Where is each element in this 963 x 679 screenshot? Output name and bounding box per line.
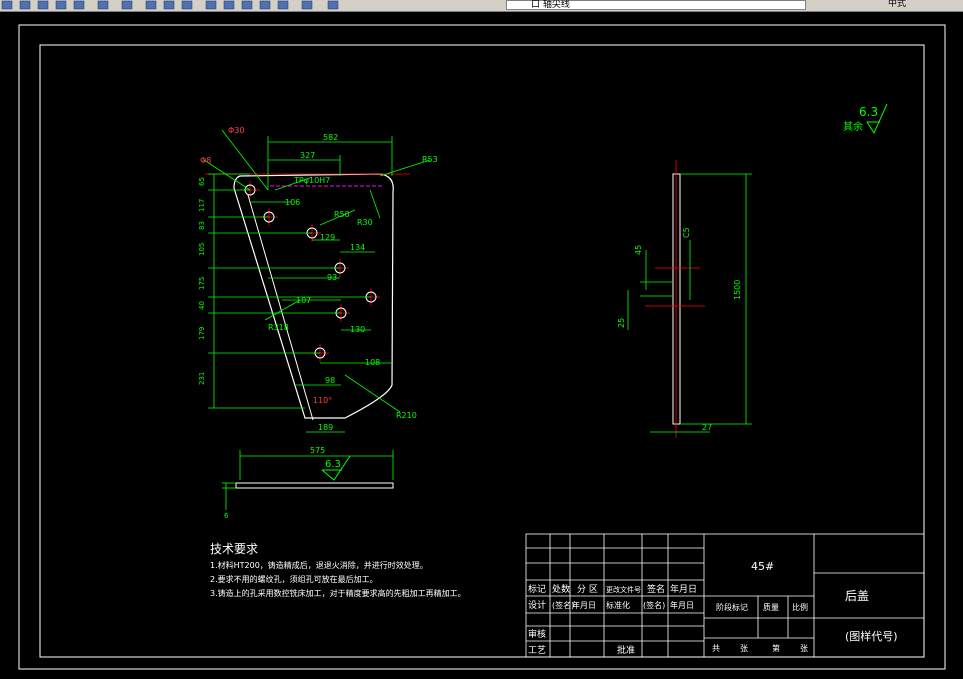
svg-text:117: 117 <box>198 199 206 212</box>
svg-text:98: 98 <box>325 376 335 385</box>
front-view: 582 327 106 129 134 93 107 130 108 98 18… <box>198 126 438 480</box>
svg-text:1.材料HT200，铸造精成后，退退火消除，并进行时效处理。: 1.材料HT200，铸造精成后，退退火消除，并进行时效处理。 <box>210 560 428 570</box>
svg-text:45: 45 <box>634 245 643 255</box>
drawing-canvas[interactable]: 6.3 其余 582 327 106 129 134 93 107 130 10… <box>0 11 963 679</box>
svg-text:更改文件号: 更改文件号 <box>606 585 641 594</box>
svg-text:R30: R30 <box>357 218 373 227</box>
front-view-vertical-dims: 65 117 83 105 175 40 179 231 <box>198 177 206 385</box>
table-icon[interactable] <box>300 0 314 10</box>
svg-text:R318: R318 <box>268 323 289 332</box>
svg-text:其余: 其余 <box>843 120 863 133</box>
svg-text:6: 6 <box>224 512 229 520</box>
title-block-text: 45# 后盖 (图样代号) 标记 处数 分 区 更改文件号 签名 年月日 设计 … <box>528 560 898 656</box>
svg-text:134: 134 <box>350 243 365 252</box>
svg-text:张: 张 <box>740 644 748 653</box>
svg-text:25: 25 <box>617 318 626 328</box>
layer-dropdown[interactable]: 口 轴尖线 <box>506 0 806 10</box>
save-icon[interactable] <box>54 0 68 10</box>
svg-text:共: 共 <box>712 644 720 653</box>
zoom-previous-icon[interactable] <box>162 0 176 10</box>
svg-text:工艺: 工艺 <box>528 645 546 656</box>
open-icon[interactable] <box>36 0 50 10</box>
new-icon[interactable] <box>18 0 32 10</box>
zoom-extents-icon[interactable] <box>180 0 194 10</box>
svg-text:技术要求: 技术要求 <box>210 542 258 556</box>
roughness-symbol-other: 6.3 其余 <box>843 103 888 135</box>
svg-text:175: 175 <box>198 277 206 290</box>
svg-text:575: 575 <box>310 446 325 455</box>
svg-text:582: 582 <box>323 133 338 142</box>
svg-text:C5: C5 <box>682 227 691 238</box>
svg-text:签名: 签名 <box>647 583 665 595</box>
svg-text:(签名): (签名) <box>643 600 665 610</box>
svg-text:179: 179 <box>198 327 206 340</box>
svg-text:93: 93 <box>327 273 337 282</box>
svg-text:分 区: 分 区 <box>577 584 598 595</box>
svg-text:张: 张 <box>800 644 808 653</box>
svg-text:40: 40 <box>198 301 206 310</box>
svg-text:231: 231 <box>198 372 206 385</box>
layer-manager-icon[interactable] <box>326 0 340 10</box>
inner-border <box>39 44 925 658</box>
svg-text:1500: 1500 <box>733 280 742 300</box>
dimension-icon[interactable] <box>240 0 254 10</box>
svg-text:后盖: 后盖 <box>845 589 869 603</box>
svg-text:Φ30: Φ30 <box>228 126 244 135</box>
svg-text:189: 189 <box>318 423 333 432</box>
svg-text:年月日: 年月日 <box>572 600 596 610</box>
undo-icon[interactable] <box>72 0 86 10</box>
svg-text:设计: 设计 <box>528 599 546 611</box>
svg-text:审核: 审核 <box>528 628 546 640</box>
svg-text:年月日: 年月日 <box>670 583 697 595</box>
layer-icon[interactable] <box>258 0 272 10</box>
style-dropdown[interactable]: 中式 <box>888 0 948 10</box>
technical-requirements: 技术要求 1.材料HT200，铸造精成后，退退火消除，并进行时效处理。 2.要求… <box>210 542 466 598</box>
svg-text:129: 129 <box>320 233 335 242</box>
svg-text:6.3: 6.3 <box>859 105 878 119</box>
zoom-window-icon[interactable] <box>144 0 158 10</box>
svg-text:批准: 批准 <box>617 644 635 656</box>
svg-text:83: 83 <box>198 221 206 230</box>
svg-text:3.铸造上的孔采用数控铣床加工，对于精度要求高的先粗加工再精: 3.铸造上的孔采用数控铣床加工，对于精度要求高的先粗加工再精加工。 <box>210 588 466 598</box>
svg-text:110°: 110° <box>313 396 332 405</box>
svg-text:45#: 45# <box>751 560 774 573</box>
properties-icon[interactable] <box>204 0 218 10</box>
block-icon[interactable] <box>276 0 290 10</box>
zoom-realtime-icon[interactable] <box>0 0 14 10</box>
svg-text:(签名): (签名) <box>552 600 574 610</box>
part-outline <box>233 173 394 419</box>
svg-text:108: 108 <box>365 358 380 367</box>
svg-text:R210: R210 <box>396 411 417 420</box>
redo-icon[interactable] <box>96 0 110 10</box>
svg-text:标记: 标记 <box>528 583 546 595</box>
svg-text:2.要求不用的螺纹孔，须组孔可放在最后加工。: 2.要求不用的螺纹孔，须组孔可放在最后加工。 <box>210 574 378 584</box>
svg-text:105: 105 <box>198 243 206 256</box>
pan-icon[interactable] <box>120 0 134 10</box>
svg-text:R53: R53 <box>422 155 438 164</box>
bottom-view: 6 6.3 <box>222 455 394 520</box>
svg-text:标准化: 标准化 <box>606 600 630 610</box>
svg-text:Φ8: Φ8 <box>200 156 211 165</box>
svg-text:106: 106 <box>285 198 300 207</box>
svg-text:年月日: 年月日 <box>670 600 694 610</box>
svg-text:质量: 质量 <box>763 602 779 612</box>
front-view-dimensions: 582 327 106 129 134 93 107 130 108 98 18… <box>200 126 438 455</box>
outer-border <box>18 24 946 670</box>
svg-text:TPφ10H7: TPφ10H7 <box>293 176 330 185</box>
svg-text:130: 130 <box>350 325 365 334</box>
svg-text:(图样代号): (图样代号) <box>845 629 898 643</box>
svg-text:327: 327 <box>300 151 315 160</box>
svg-text:27: 27 <box>702 423 712 432</box>
svg-text:第: 第 <box>772 643 780 653</box>
svg-text:65: 65 <box>198 177 206 186</box>
svg-text:107: 107 <box>296 296 311 305</box>
svg-text:R50: R50 <box>334 210 350 219</box>
svg-text:处数: 处数 <box>552 583 570 595</box>
side-view: 1500 27 45 25 C5 <box>617 160 752 438</box>
svg-text:比例: 比例 <box>792 602 808 612</box>
svg-text:6.3: 6.3 <box>325 459 341 470</box>
svg-text:阶段标记: 阶段标记 <box>716 602 748 612</box>
text-style-icon[interactable] <box>222 0 236 10</box>
